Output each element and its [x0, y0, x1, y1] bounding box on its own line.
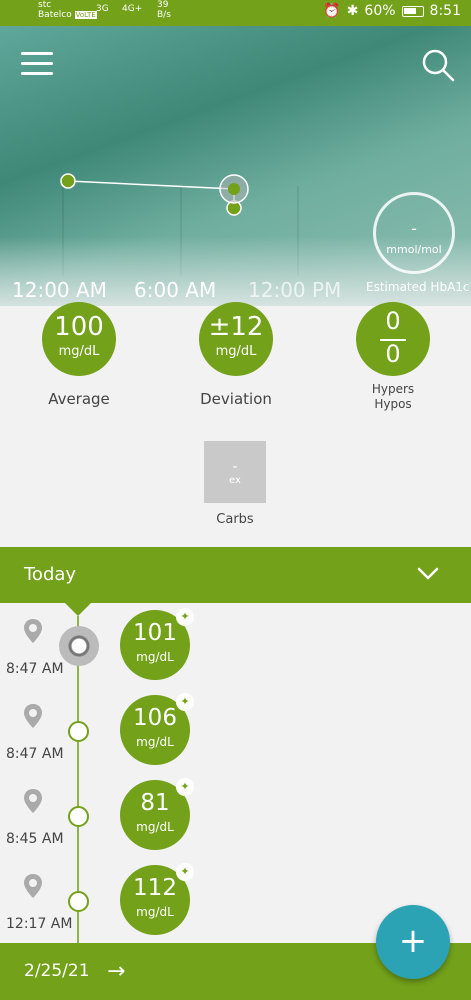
bluetooth-icon: ✱ — [346, 3, 359, 19]
clock: 8:51 — [429, 3, 461, 19]
menu-button[interactable] — [21, 52, 53, 76]
today-header[interactable]: Today — [0, 547, 471, 603]
reading-unit: mg/dL — [136, 820, 174, 834]
timeline-entry[interactable]: 8:47 AM 106 mg/dL ✦ — [0, 693, 471, 780]
reading-circle[interactable]: 106 mg/dL ✦ — [120, 693, 194, 765]
reading-circle[interactable]: 81 mg/dL ✦ — [120, 778, 194, 850]
timeline-node — [68, 806, 89, 827]
hypers-hypos-circle: 0 0 — [356, 302, 430, 376]
carbs-box[interactable]: - ex — [204, 441, 266, 503]
entry-time: 8:45 AM — [6, 831, 64, 847]
average-stat[interactable]: 100 mg/dL Average — [40, 302, 118, 408]
hba1c-unit: mmol/mol — [386, 243, 442, 256]
hba1c-label: Estimated HbA1c — [366, 280, 470, 294]
carrier-info: stc Batelco VoLTE — [38, 0, 97, 20]
add-entry-button[interactable]: + — [376, 905, 450, 979]
edit-star-icon: ✦ — [176, 778, 194, 796]
location-pin-icon — [24, 704, 42, 728]
battery-icon — [401, 5, 424, 17]
average-circle: 100 mg/dL — [42, 302, 116, 376]
hba1c-value: - — [411, 219, 417, 238]
hypers-hypos-stat[interactable]: 0 0 Hypers Hypos — [355, 302, 431, 412]
status-bar: stc Batelco VoLTE 3G 4G+ 39 B/s ⏰ ✱ 60% 8… — [0, 0, 471, 26]
carrier-1: stc — [38, 0, 52, 10]
battery-percent: 60% — [364, 3, 396, 19]
average-unit: mg/dL — [58, 344, 100, 359]
search-button[interactable] — [421, 48, 455, 82]
location-pin-icon — [24, 619, 42, 643]
glucose-chart-area[interactable]: 12:00 AM 6:00 AM 12:00 PM - mmol/mol Est… — [0, 26, 471, 306]
reading-unit: mg/dL — [136, 905, 174, 919]
chevron-down-icon[interactable] — [417, 567, 439, 581]
reading-circle[interactable]: 112 mg/dL ✦ — [120, 863, 194, 935]
chart-point — [60, 173, 76, 189]
search-icon — [422, 49, 455, 82]
deviation-circle: ±12 mg/dL — [199, 302, 273, 376]
net-speed: 39 B/s — [157, 0, 171, 20]
timeline-node — [68, 891, 89, 912]
edit-star-icon: ✦ — [176, 693, 194, 711]
hypers-label: Hypers — [371, 382, 415, 396]
carbs-label: Carbs — [216, 512, 254, 527]
carbs-unit: ex — [229, 475, 241, 486]
x-axis-label: 12:00 AM — [12, 278, 107, 302]
hba1c-gauge[interactable]: - mmol/mol — [373, 192, 455, 274]
carrier-2: Batelco — [38, 10, 72, 20]
carbs-value: - — [232, 459, 238, 475]
edit-star-icon: ✦ — [176, 608, 194, 626]
hypos-value: 0 — [385, 340, 401, 368]
alarm-icon: ⏰ — [323, 3, 341, 19]
reading-unit: mg/dL — [136, 650, 174, 664]
hypos-label: Hypos — [374, 397, 412, 411]
reading-circle[interactable]: 101 mg/dL ✦ — [120, 608, 194, 680]
timeline-entry[interactable]: 8:47 AM 101 mg/dL ✦ — [0, 608, 471, 695]
status-right: ⏰ ✱ 60% 8:51 — [323, 3, 461, 19]
footer-date: 2/25/21 — [24, 961, 90, 981]
location-pin-icon — [24, 874, 42, 898]
timeline-node — [68, 721, 89, 742]
timeline-entry[interactable]: 8:45 AM 81 mg/dL ✦ — [0, 778, 471, 865]
average-value: 100 — [54, 312, 104, 342]
today-label: Today — [24, 564, 77, 585]
edit-star-icon: ✦ — [176, 863, 194, 881]
network-1: 3G — [96, 4, 109, 14]
entry-time: 12:17 AM — [6, 916, 73, 932]
network-2: 4G+ — [122, 4, 143, 14]
average-label: Average — [48, 390, 110, 408]
volte-badge: VoLTE — [74, 11, 97, 19]
deviation-label: Deviation — [200, 390, 272, 408]
location-pin-icon — [24, 789, 42, 813]
reading-unit: mg/dL — [136, 735, 174, 749]
entry-time: 8:47 AM — [6, 746, 64, 762]
deviation-stat[interactable]: ±12 mg/dL Deviation — [196, 302, 276, 408]
hypers-value: 0 — [385, 307, 401, 335]
chart-point-selected — [228, 183, 240, 195]
x-axis-label: 12:00 PM — [248, 278, 342, 302]
arrow-right-icon[interactable]: → — [107, 959, 125, 984]
deviation-value: ±12 — [208, 312, 264, 342]
entry-time: 8:47 AM — [6, 661, 64, 677]
deviation-unit: mg/dL — [215, 344, 257, 359]
chart-line — [67, 180, 235, 208]
timeline-node-current — [59, 626, 99, 666]
x-axis-label: 6:00 AM — [134, 278, 217, 302]
